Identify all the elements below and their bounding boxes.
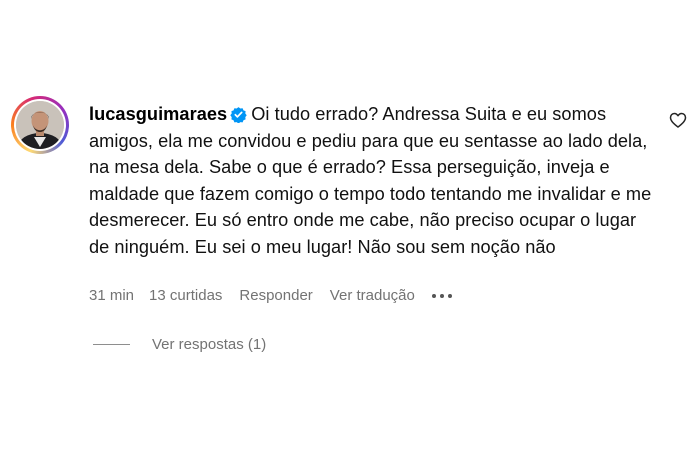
username-link[interactable]: lucasguimaraes [89,104,227,124]
verified-badge-icon [230,107,247,123]
comment-meta: 31 min 13 curtidas Responder Ver traduçã… [89,287,452,304]
heart-outline-icon[interactable] [668,110,688,130]
avatar-story-ring[interactable] [11,96,69,154]
comment-body: lucasguimaraes Oi tudo errado? Andressa S… [89,101,654,260]
comment-time: 31 min [89,287,135,304]
avatar[interactable] [16,101,64,149]
comment-text: Oi tudo errado? Andressa Suita e eu somo… [89,104,652,257]
avatar-gap [14,99,66,151]
view-replies-label: Ver respostas (1) [152,336,267,353]
translate-button[interactable]: Ver tradução [330,287,415,304]
reply-button[interactable]: Responder [239,287,312,304]
likes-count[interactable]: 13 curtidas [149,287,222,304]
comment: lucasguimaraes Oi tudo errado? Andressa S… [0,0,696,464]
more-options-icon[interactable] [431,288,452,304]
view-replies-button[interactable]: Ver respostas (1) [93,336,266,353]
avatar-photo [16,101,64,149]
replies-divider [93,344,130,345]
